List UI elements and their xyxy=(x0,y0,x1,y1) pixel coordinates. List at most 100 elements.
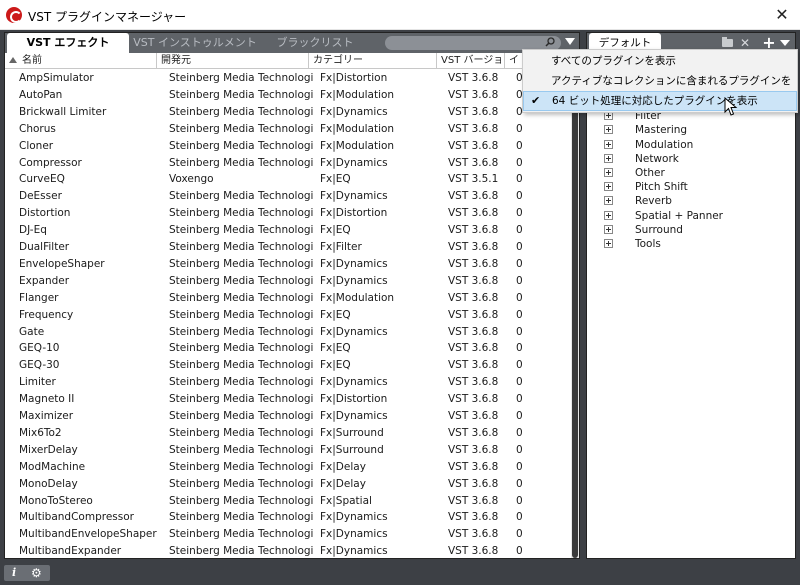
plugin-vendor: Steinberg Media Technologies xyxy=(169,274,313,287)
column-category-header[interactable]: カテゴリー xyxy=(309,53,437,69)
table-row[interactable]: MonoToStereo Steinberg Media Technologies… xyxy=(5,493,571,510)
table-row[interactable]: MonoDelay Steinberg Media Technologies Fx|… xyxy=(5,476,571,493)
tree-item[interactable]: Tools xyxy=(587,237,795,251)
plugin-name: AutoPan xyxy=(19,88,63,101)
plugin-extra: 0 xyxy=(516,274,523,287)
plugin-category: Fx|Modulation xyxy=(320,291,395,304)
table-row[interactable]: Gate Steinberg Media Technologies Fx|Dynam… xyxy=(5,324,571,341)
plugin-version: VST 3.6.8 xyxy=(448,545,499,558)
expand-plus-icon[interactable] xyxy=(604,210,613,220)
table-row[interactable]: EnvelopeShaper Steinberg Media Technologi… xyxy=(5,256,571,273)
tab-vst-effects[interactable]: VST エフェクト xyxy=(7,33,129,53)
table-row[interactable]: DualFilter Steinberg Media Technologies Fx… xyxy=(5,239,571,256)
plugin-vendor: Steinberg Media Technologies xyxy=(169,393,313,406)
table-row[interactable]: GEQ-10 Steinberg Media Technologies Fx|EQ V… xyxy=(5,340,571,357)
plugin-version: VST 3.6.8 xyxy=(448,494,499,507)
plugin-category: Fx|EQ xyxy=(320,308,351,321)
plugin-category: Fx|Dynamics xyxy=(320,105,388,118)
scrollbar-thumb[interactable] xyxy=(572,53,578,558)
gear-icon[interactable]: ⚙ xyxy=(31,565,42,581)
table-row[interactable]: AutoPan Steinberg Media Technologies Fx|Mo… xyxy=(5,87,571,104)
info-icon[interactable]: i xyxy=(12,565,16,581)
menu-item-show-all[interactable]: すべてのプラグインを表示 xyxy=(523,51,797,71)
table-row[interactable]: Flanger Steinberg Media Technologies Fx|Mo… xyxy=(5,290,571,307)
table-row[interactable]: Magneto II Steinberg Media Technologies Fx… xyxy=(5,391,571,408)
plugin-name: Magneto II xyxy=(19,393,75,406)
table-row[interactable]: Distortion Steinberg Media Technologies Fx… xyxy=(5,205,571,222)
plugin-name: AmpSimulator xyxy=(19,72,94,84)
plugin-name: Expander xyxy=(19,274,70,287)
table-row[interactable]: CurveEQ Voxengo Fx|EQ VST 3.5.1 0 xyxy=(5,171,571,188)
tree-item[interactable]: Reverb xyxy=(587,194,795,208)
column-vendor-header[interactable]: 開発元 xyxy=(157,53,309,69)
tab-vst-instruments[interactable]: VST インストゥルメント xyxy=(133,33,257,53)
plugin-version: VST 3.6.8 xyxy=(448,325,499,338)
table-row[interactable]: Limiter Steinberg Media Technologies Fx|Dy… xyxy=(5,374,571,391)
expand-plus-icon[interactable] xyxy=(604,239,613,248)
tree-item[interactable]: Mastering xyxy=(587,123,795,137)
tree-item[interactable]: Modulation xyxy=(587,138,795,152)
close-button[interactable]: ✕ xyxy=(764,0,800,30)
expand-plus-icon[interactable] xyxy=(604,125,613,135)
expand-plus-icon[interactable] xyxy=(604,168,613,177)
plugin-version: VST 3.6.8 xyxy=(448,359,499,372)
plugin-category: Fx|Dynamics xyxy=(320,156,388,169)
tree-item-label: Spatial + Panner xyxy=(635,209,724,222)
table-row[interactable]: ModMachine Steinberg Media Technologies Fx… xyxy=(5,459,571,476)
expand-plus-icon[interactable] xyxy=(604,224,613,234)
plugin-name: Gate xyxy=(19,325,45,338)
plugin-vendor: Steinberg Media Technologies xyxy=(169,156,313,169)
search-icon[interactable] xyxy=(545,37,555,47)
table-row[interactable]: Compressor Steinberg Media Technologies Fx… xyxy=(5,155,571,172)
table-row[interactable]: GEQ-30 Steinberg Media Technologies Fx|EQ V… xyxy=(5,357,571,374)
plugin-version: VST 3.5.1 xyxy=(448,173,499,186)
plugin-name: MonoToStereo xyxy=(19,494,93,507)
plugin-category: Fx|EQ xyxy=(320,224,351,237)
tab-blacklist[interactable]: ブラックリスト xyxy=(267,33,363,53)
table-row[interactable]: Chorus Steinberg Media Technologies Fx|Mod… xyxy=(5,121,571,138)
expand-plus-icon[interactable] xyxy=(604,139,613,149)
tree-item[interactable]: Other xyxy=(587,166,795,180)
table-row[interactable]: Maximizer Steinberg Media Technologies Fx|… xyxy=(5,408,571,425)
plugin-category: Fx|EQ xyxy=(320,359,351,372)
vertical-scrollbar[interactable] xyxy=(571,53,579,558)
expand-plus-icon[interactable] xyxy=(604,153,613,163)
filter-menu-button[interactable] xyxy=(565,38,575,45)
table-row[interactable]: AmpSimulator Steinberg Media Technologies… xyxy=(5,70,571,87)
table-row[interactable]: MultibandCompressor Steinberg Media Techn… xyxy=(5,509,571,526)
table-row[interactable]: Expander Steinberg Media Technologies Fx|D… xyxy=(5,273,571,290)
search-input[interactable] xyxy=(385,36,561,50)
mouse-cursor-icon xyxy=(724,97,738,116)
column-version-header[interactable]: VST バージョン xyxy=(437,53,505,69)
plugin-extra: 0 xyxy=(516,325,523,338)
table-row[interactable]: Cloner Steinberg Media Technologies Fx|Mod… xyxy=(5,138,571,155)
plugin-vendor: Steinberg Media Technologies xyxy=(169,494,313,507)
column-name-header[interactable]: 名前 xyxy=(5,53,157,69)
table-row[interactable]: Frequency Steinberg Media Technologies Fx|… xyxy=(5,307,571,324)
plugin-category: Fx|Dynamics xyxy=(320,528,388,541)
plugin-version: VST 3.6.8 xyxy=(448,410,499,422)
tree-item[interactable]: Pitch Shift xyxy=(587,180,795,194)
menu-item-hide-active-collection[interactable]: アクティブなコレクションに含まれるプラグインを隠す xyxy=(523,71,797,107)
table-row[interactable]: DJ-Eq Steinberg Media Technologies Fx|EQ VS… xyxy=(5,222,571,239)
plugin-name: GEQ-10 xyxy=(19,342,60,355)
plugin-version: VST 3.6.8 xyxy=(448,224,499,237)
table-row[interactable]: Mix6To2 Steinberg Media Technologies Fx|Su… xyxy=(5,425,571,442)
table-row[interactable]: DeEsser Steinberg Media Technologies Fx|Dy… xyxy=(5,188,571,205)
tree-item[interactable]: Spatial + Panner xyxy=(587,209,795,223)
menu-item-show-64bit[interactable]: ✔ 64 ビット処理に対応したプラグインを表示 xyxy=(523,91,797,111)
plugin-extra: 0 xyxy=(516,139,523,152)
plugin-extra: 0 xyxy=(516,528,523,541)
table-row[interactable]: Brickwall Limiter Steinberg Media Technol… xyxy=(5,104,571,121)
plugin-category: Fx|Delay xyxy=(320,477,366,490)
expand-plus-icon[interactable] xyxy=(604,196,613,206)
table-row[interactable]: MultibandEnvelopeShaper Steinberg Media T… xyxy=(5,526,571,543)
expand-plus-icon[interactable] xyxy=(604,182,613,192)
plugin-category: Fx|Dynamics xyxy=(320,545,388,558)
tree-item[interactable]: Network xyxy=(587,152,795,166)
table-row[interactable]: MultibandExpander Steinberg Media Technol… xyxy=(5,543,571,558)
tree-item[interactable]: Surround xyxy=(587,223,795,237)
table-row[interactable]: MixerDelay Steinberg Media Technologies Fx… xyxy=(5,442,571,459)
plugin-version: VST 3.6.8 xyxy=(448,122,499,135)
plugin-category: Fx|Dynamics xyxy=(320,274,388,287)
